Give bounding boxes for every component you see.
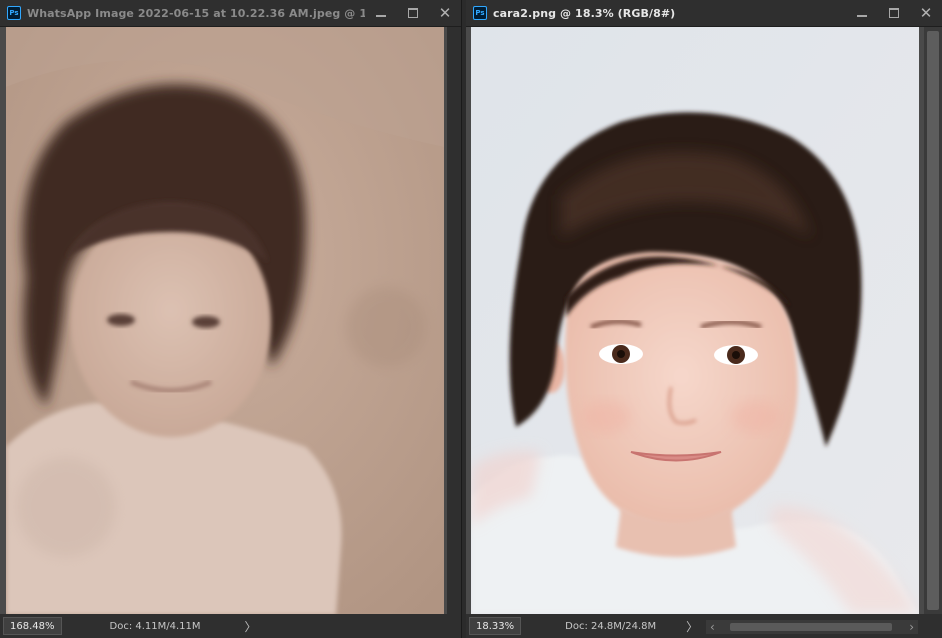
- zoom-level-field[interactable]: 18.33%: [469, 617, 522, 635]
- chevron-right-icon[interactable]: 〉: [245, 618, 257, 635]
- document-window-right[interactable]: Ps cara2.png @ 18.3% (RGB/8#) ✕ 18.33% D…: [466, 0, 942, 638]
- close-button[interactable]: ✕: [910, 0, 942, 26]
- restored-photo-image: [471, 27, 919, 614]
- original-photo-image: [6, 27, 444, 614]
- maximize-icon: [889, 8, 899, 18]
- scroll-right-icon[interactable]: ›: [909, 620, 914, 634]
- document-tab-left[interactable]: Ps WhatsApp Image 2022-06-15 at 10.22.36…: [0, 0, 461, 27]
- chevron-right-icon[interactable]: 〉: [686, 618, 698, 635]
- canvas-area-right[interactable]: [466, 27, 924, 614]
- document-title: cara2.png @ 18.3% (RGB/8#): [493, 6, 676, 20]
- close-icon: ✕: [919, 4, 933, 22]
- minimize-button[interactable]: [846, 0, 878, 26]
- horizontal-scrollbar[interactable]: ‹ ›: [706, 620, 918, 634]
- maximize-button[interactable]: [878, 0, 910, 26]
- vertical-scroll-thumb[interactable]: [927, 31, 939, 610]
- document-tab-right[interactable]: Ps cara2.png @ 18.3% (RGB/8#) ✕: [466, 0, 942, 27]
- zoom-level-field[interactable]: 168.48%: [3, 617, 62, 635]
- horizontal-scroll-thumb[interactable]: [730, 623, 892, 631]
- minimize-icon: [857, 15, 867, 17]
- document-title: WhatsApp Image 2022-06-15 at 10.22.36 AM…: [27, 6, 365, 20]
- photoshop-icon: Ps: [7, 6, 21, 20]
- close-icon: ✕: [438, 4, 452, 22]
- vertical-scrollbar-right[interactable]: [924, 27, 942, 614]
- minimize-button[interactable]: [365, 0, 397, 26]
- maximize-button[interactable]: [397, 0, 429, 26]
- scroll-left-icon[interactable]: ‹: [710, 620, 715, 634]
- document-window-left[interactable]: Ps WhatsApp Image 2022-06-15 at 10.22.36…: [0, 0, 462, 638]
- vertical-scrollbar-left[interactable]: [447, 27, 461, 614]
- maximize-icon: [408, 8, 418, 18]
- original-photo: [6, 27, 444, 614]
- minimize-icon: [376, 15, 386, 17]
- close-button[interactable]: ✕: [429, 0, 461, 26]
- status-bar-left: 168.48% Doc: 4.11M/4.11M 〉: [0, 614, 461, 638]
- document-size-info: Doc: 24.8M/24.8M: [565, 620, 657, 632]
- restored-photo: [471, 27, 919, 614]
- canvas-area-left[interactable]: [0, 27, 461, 614]
- photoshop-icon: Ps: [473, 6, 487, 20]
- document-size-info: Doc: 4.11M/4.11M: [109, 620, 201, 632]
